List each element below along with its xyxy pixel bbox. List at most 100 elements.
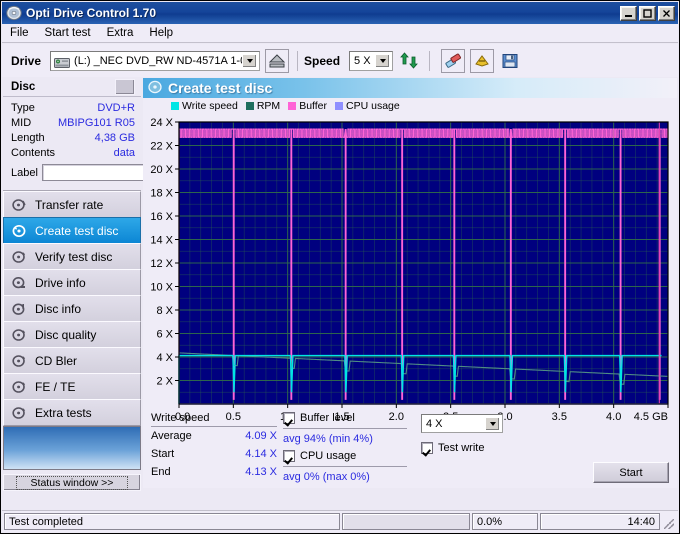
scan-icon [475,54,489,67]
disc-transfer-icon [12,198,30,212]
svg-text:12 X: 12 X [150,258,173,270]
sidebar-label-disc-quality: Disc quality [35,327,97,342]
sidebar-item-cd-bler[interactable]: CD Bler [3,347,141,374]
save-icon [502,53,518,68]
speed-label: Speed [304,53,341,68]
sidebar-label-drive-info: Drive info [35,275,86,290]
svg-text:4 X: 4 X [156,352,173,364]
minimize-button[interactable] [620,5,637,21]
legend-item-cpu-usage: CPU usage [335,100,400,112]
maximize-button[interactable] [639,5,656,21]
svg-text:24 X: 24 X [150,117,173,129]
sidebar-item-fe-te[interactable]: FE / TE [3,373,141,400]
svg-text:18 X: 18 X [150,188,173,200]
close-button[interactable] [658,5,675,21]
legend-item-buffer: Buffer [288,100,327,112]
disc-verify-icon [12,250,30,264]
disc-mid-value: MBIPG101 R05 [57,117,135,129]
sidebar-item-transfer-rate[interactable]: Transfer rate [3,191,141,218]
disc-create-icon [12,224,30,238]
status-window-button[interactable]: Status window >> [3,474,141,491]
disc-type-value: DVD+R [97,102,135,114]
cpu-average-text: avg 0% (max 0%) [283,471,370,483]
scan-button[interactable] [470,48,495,73]
disc-row-contents: Contents data [11,146,135,161]
title-bar: Opti Drive Control 1.70 [2,2,678,24]
test-write-checkbox[interactable] [421,442,433,454]
write-speed-stats-header: Write speed [151,412,210,424]
resize-grip[interactable] [662,513,676,530]
app-disc-icon [6,5,22,21]
refresh-icon [400,51,418,69]
progress-percent: 0.0% [472,513,538,530]
toolbar-separator-1 [297,50,299,71]
save-button[interactable] [498,49,522,73]
cpu-usage-checkbox[interactable] [283,450,295,462]
legend-label-buffer: Buffer [299,100,328,112]
speed-select-value: 5 X [354,54,371,67]
disc-length-key: Length [11,132,45,144]
stat-row-end: End 4.13 X [151,463,277,481]
stat-value-start: 4.14 X [245,448,277,460]
disc-mid-key: MID [11,117,32,129]
disc-contents-value: data [113,147,135,159]
write-options: 4 X Test write [421,414,521,454]
erase-button[interactable] [441,48,466,73]
legend-item-rpm: RPM [245,100,280,112]
start-button[interactable]: Start [593,462,669,483]
legend-label-write-speed: Write speed [182,100,238,112]
speed-select-arrow[interactable] [375,53,391,68]
cpu-usage-label: CPU usage [300,450,357,462]
sidebar-item-disc-info[interactable]: Disc info [3,295,141,322]
disc-quality-icon [12,328,30,342]
disc-header-button[interactable] [115,79,135,95]
cpu-usage-checkbox-row[interactable]: CPU usage [283,450,407,462]
test-write-checkbox-row[interactable]: Test write [421,442,521,454]
sidebar-item-verify-test-disc[interactable]: Verify test disc [3,243,141,270]
buffer-level-checkbox-row[interactable]: Buffer level [283,412,407,424]
legend-swatch-write-speed [171,102,179,110]
disc-contents-key: Contents [11,147,56,159]
status-message: Test completed [4,513,340,530]
buffer-level-label: Buffer level [300,412,355,424]
drive-icon [54,55,71,69]
disc-length-value: 4,38 GB [94,132,135,144]
legend-label-cpu-usage: CPU usage [346,100,400,112]
sidebar-item-extra-tests[interactable]: Extra tests [3,399,141,426]
stats-panel: Write speed Average 4.09 X Start 4.14 X … [143,410,677,488]
menu-file[interactable]: File [2,25,37,41]
page-title: Create test disc [168,80,273,96]
eraser-icon [445,53,461,68]
disc-info-icon [12,302,30,316]
menu-help[interactable]: Help [141,25,181,41]
stat-value-average: 4.09 X [245,430,277,442]
disc-row-mid: MID MBIPG101 R05 [11,116,135,131]
eject-button[interactable] [265,48,290,73]
menu-start-test[interactable]: Start test [37,25,99,41]
speed-select[interactable]: 5 X [349,50,394,71]
sidebar-item-disc-quality[interactable]: Disc quality [3,321,141,348]
svg-text:20 X: 20 X [150,164,173,176]
write-speed-select[interactable]: 4 X [421,414,503,433]
sidebar-item-create-test-disc[interactable]: Create test disc [3,217,141,244]
drive-select[interactable]: (L:) _NEC DVD_RW ND-4571A 1-02 [50,50,261,71]
write-speed-select-arrow[interactable] [485,417,500,431]
disc-label-row: Label [11,163,245,182]
buffer-average-text: avg 94% (min 4%) [283,433,373,445]
start-button-label: Start [619,466,643,479]
svg-text:10 X: 10 X [150,282,173,294]
svg-text:2 X: 2 X [156,376,173,388]
menu-extra[interactable]: Extra [99,25,142,41]
sidebar-item-drive-info[interactable]: Drive info [3,269,141,296]
disc-row-type: Type DVD+R [11,101,135,116]
window-title: Opti Drive Control 1.70 [26,6,157,20]
buffer-level-checkbox[interactable] [283,412,295,424]
application-window: Opti Drive Control 1.70 File Start test … [0,0,680,534]
drive-label: Drive [11,53,42,68]
disc-row-length: Length 4,38 GB [11,131,135,146]
drive-select-arrow[interactable] [242,53,258,68]
toolbar-separator-2 [429,50,431,71]
svg-text:14 X: 14 X [150,235,173,247]
sidebar-label-extra-tests: Extra tests [35,405,92,420]
refresh-button[interactable] [397,49,421,73]
